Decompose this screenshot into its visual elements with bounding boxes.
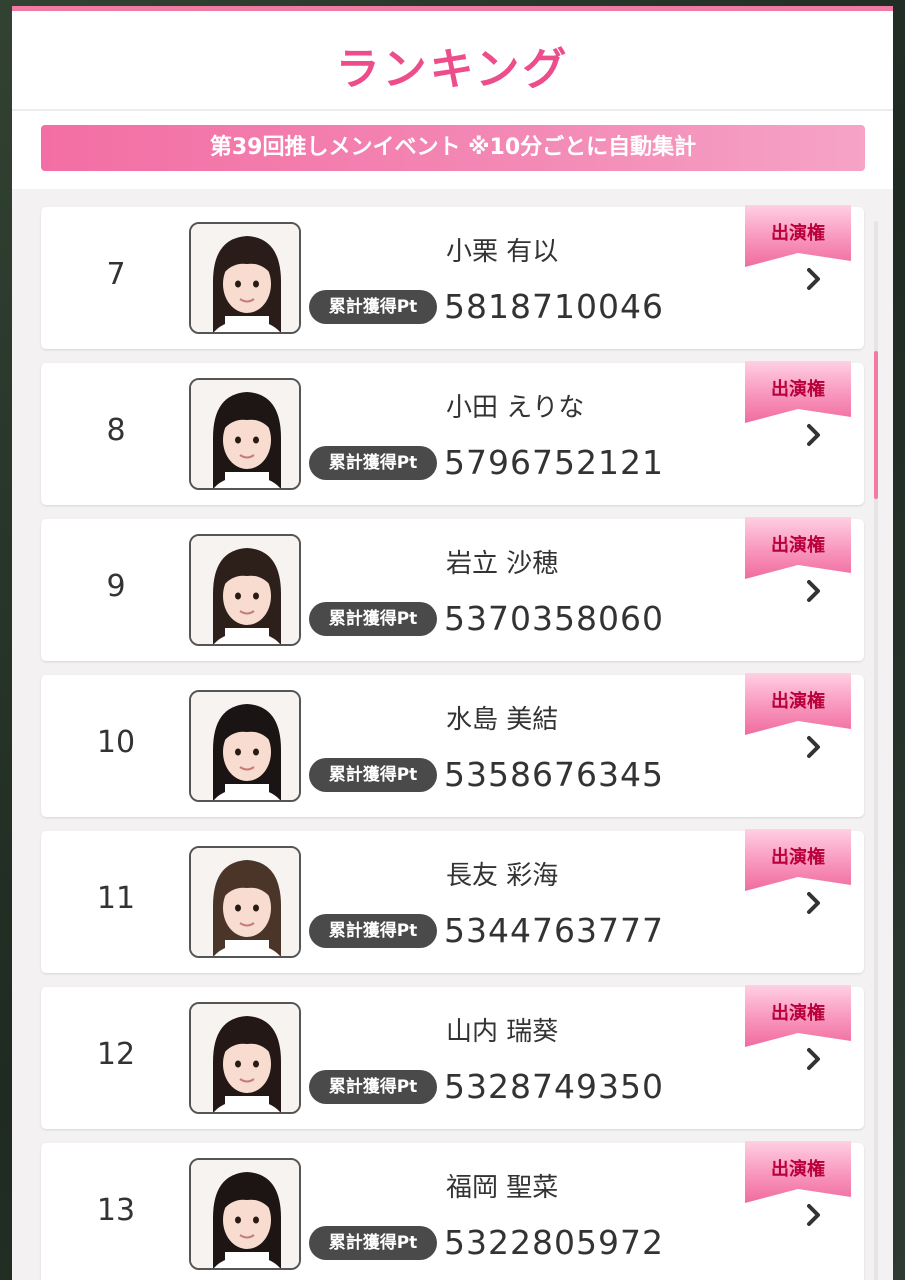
- ranking-row[interactable]: 8 小田 えりな 累計獲得Pt 5796752121 出演権: [41, 361, 864, 505]
- member-photo-image: [191, 380, 299, 488]
- member-photo: [189, 1158, 301, 1270]
- chevron-right-icon[interactable]: [803, 577, 825, 605]
- ribbon-label: 出演権: [771, 223, 825, 244]
- member-name: 長友 彩海: [446, 861, 559, 891]
- pt-label-badge: 累計獲得Pt: [309, 758, 437, 792]
- rank-number: 13: [96, 1193, 136, 1228]
- ribbon-label: 出演権: [771, 847, 825, 868]
- ranking-panel: ランキング 第39回推しメンイベント ※10分ごとに自動集計 7 小栗 有以 累…: [12, 6, 893, 1280]
- chevron-right-icon[interactable]: [803, 265, 825, 293]
- member-photo: [189, 1002, 301, 1114]
- pt-label-badge: 累計獲得Pt: [309, 1226, 437, 1260]
- event-banner: 第39回推しメンイベント ※10分ごとに自動集計: [41, 125, 865, 171]
- page-title: ランキング: [335, 44, 570, 95]
- point-total: 5370358060: [444, 599, 664, 638]
- rank-number: 7: [106, 257, 126, 292]
- member-photo: [189, 222, 301, 334]
- point-total: 5796752121: [444, 443, 664, 482]
- ranking-list: 7 小栗 有以 累計獲得Pt 5818710046 出演権 8 小田 えりな 累…: [12, 195, 893, 1280]
- ribbon-label: 出演権: [771, 1159, 825, 1180]
- member-photo: [189, 846, 301, 958]
- point-total: 5344763777: [444, 911, 664, 950]
- member-photo-image: [191, 848, 299, 956]
- ribbon-label: 出演権: [771, 691, 825, 712]
- ranking-row[interactable]: 9 岩立 沙穂 累計獲得Pt 5370358060 出演権: [41, 517, 864, 661]
- pt-label-badge: 累計獲得Pt: [309, 290, 437, 324]
- scrollbar-thumb[interactable]: [874, 351, 878, 499]
- member-name: 福岡 聖菜: [446, 1173, 559, 1203]
- member-photo-image: [191, 692, 299, 800]
- point-total: 5818710046: [444, 287, 664, 326]
- ranking-row[interactable]: 7 小栗 有以 累計獲得Pt 5818710046 出演権: [41, 205, 864, 349]
- pt-label-badge: 累計獲得Pt: [309, 1070, 437, 1104]
- header: ランキング: [12, 11, 893, 111]
- chevron-right-icon[interactable]: [803, 1201, 825, 1229]
- ranking-row[interactable]: 11 長友 彩海 累計獲得Pt 5344763777 出演権: [41, 829, 864, 973]
- ribbon-label: 出演権: [771, 535, 825, 556]
- member-photo: [189, 378, 301, 490]
- ribbon-label: 出演権: [771, 379, 825, 400]
- chevron-right-icon[interactable]: [803, 889, 825, 917]
- chevron-right-icon[interactable]: [803, 421, 825, 449]
- member-name: 水島 美結: [446, 705, 559, 735]
- member-name: 小田 えりな: [446, 393, 585, 423]
- pt-label-badge: 累計獲得Pt: [309, 602, 437, 636]
- ribbon-label: 出演権: [771, 1003, 825, 1024]
- chevron-right-icon[interactable]: [803, 1045, 825, 1073]
- member-photo: [189, 534, 301, 646]
- ranking-row[interactable]: 12 山内 瑞葵 累計獲得Pt 5328749350 出演権: [41, 985, 864, 1129]
- pt-label-badge: 累計獲得Pt: [309, 446, 437, 480]
- member-photo: [189, 690, 301, 802]
- rank-number: 12: [96, 1037, 136, 1072]
- member-photo-image: [191, 1160, 299, 1268]
- point-total: 5322805972: [444, 1223, 664, 1262]
- ranking-row[interactable]: 10 水島 美結 累計獲得Pt 5358676345 出演権: [41, 673, 864, 817]
- rank-number: 9: [106, 569, 126, 604]
- point-total: 5358676345: [444, 755, 664, 794]
- member-photo-image: [191, 1004, 299, 1112]
- rank-number: 8: [106, 413, 126, 448]
- subheader: 第39回推しメンイベント ※10分ごとに自動集計: [12, 111, 893, 189]
- member-name: 岩立 沙穂: [446, 549, 559, 579]
- member-name: 山内 瑞葵: [446, 1017, 559, 1047]
- member-photo-image: [191, 224, 299, 332]
- scrollbar[interactable]: [874, 221, 878, 1280]
- member-photo-image: [191, 536, 299, 644]
- member-name: 小栗 有以: [446, 237, 559, 267]
- chevron-right-icon[interactable]: [803, 733, 825, 761]
- rank-number: 10: [96, 725, 136, 760]
- rank-number: 11: [96, 881, 136, 916]
- point-total: 5328749350: [444, 1067, 664, 1106]
- ranking-row[interactable]: 13 福岡 聖菜 累計獲得Pt 5322805972 出演権: [41, 1141, 864, 1280]
- pt-label-badge: 累計獲得Pt: [309, 914, 437, 948]
